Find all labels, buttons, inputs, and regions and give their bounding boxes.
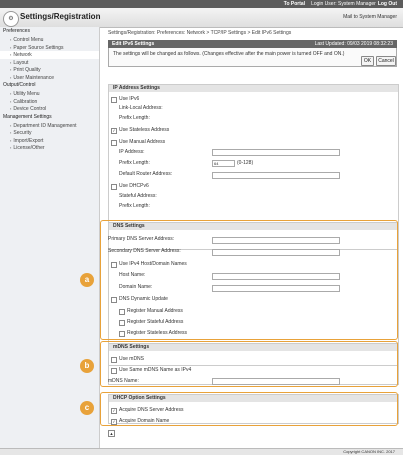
login-user-label: Login User: System Manager — [311, 1, 376, 7]
settings-logo-icon: ⚙ — [3, 11, 19, 27]
bullet-icon: ▪ — [10, 137, 12, 143]
sidebar-item-layout[interactable]: ▪ Layout — [0, 59, 99, 67]
sidebar-item-control-menu[interactable]: ▪ Control Menu — [0, 36, 99, 44]
bullet-icon: ▪ — [10, 106, 12, 111]
link-local-label: Link-Local Address: — [119, 105, 163, 111]
bullet-icon: ▪ — [10, 67, 12, 72]
copyright: Copyright CANON INC. 2017 — [343, 449, 395, 454]
ok-button[interactable]: OK — [361, 56, 374, 66]
bullet-icon: ▪ — [10, 98, 12, 104]
sidebar-item-paper-source[interactable]: ▪ Paper Source Settings — [0, 44, 99, 52]
bullet-icon: ▪ — [10, 59, 12, 65]
default-router-label: Default Router Address: — [119, 171, 173, 177]
use-stateless-label: Use Stateless Address — [119, 127, 170, 133]
bullet-icon: ▪ — [10, 52, 12, 57]
prefix-range-label: (0-128) — [237, 160, 254, 166]
bullet-icon: ▪ — [10, 37, 12, 42]
notice-message: The settings will be changed as follows.… — [113, 51, 345, 57]
callout-badge-b: b — [80, 359, 94, 373]
ip-address-input[interactable] — [212, 149, 340, 156]
sidebar-item-utility-menu[interactable]: ▪ Utility Menu — [0, 90, 99, 98]
sidebar-item-department-id[interactable]: ▪ Department ID Management — [0, 122, 99, 130]
sidebar-section-management: Management Settings — [3, 113, 52, 120]
default-router-input[interactable] — [212, 172, 340, 179]
app-header: ⚙ Settings/Registration Mail to System M… — [0, 8, 403, 28]
use-stateless-checkbox[interactable]: ✓ — [111, 128, 117, 134]
use-dhcpv6-label: Use DHCPv6 — [119, 183, 149, 189]
sidebar-item-security[interactable]: ▪ Security — [0, 129, 99, 137]
sidebar: Preferences ▪ Control Menu ▪ Paper Source … — [0, 27, 100, 448]
prefix-length-label-2: Prefix Length: — [119, 160, 150, 166]
bullet-icon: ▪ — [10, 44, 12, 50]
bullet-icon: ▪ — [10, 130, 12, 135]
stateful-label: Stateful Address: — [119, 193, 157, 199]
use-manual-label: Use Manual Address — [119, 139, 166, 145]
logout-link[interactable]: Log Out — [378, 1, 397, 7]
page-title-bar: Edit IPv6 Settings Last Updated: 09/03 2… — [108, 40, 397, 48]
prefix-length-label-3: Prefix Length: — [119, 203, 150, 209]
cancel-button[interactable]: Cancel — [376, 56, 396, 66]
sidebar-item-user-maintenance[interactable]: ▪ User Maintenance — [0, 74, 99, 82]
back-to-top-icon[interactable]: ▲ — [108, 430, 115, 437]
bullet-icon: ▪ — [10, 122, 12, 128]
bullet-icon: ▪ — [10, 74, 12, 80]
highlight-frame-c — [100, 392, 398, 426]
use-ipv6-label: Use IPv6 — [119, 96, 140, 102]
use-ipv6-checkbox[interactable] — [111, 97, 117, 103]
top-bar: To Portal Login User: System Manager Log O… — [0, 0, 403, 8]
prefix-length-input[interactable]: 64 — [212, 160, 235, 167]
use-manual-checkbox[interactable] — [111, 140, 117, 146]
portal-link[interactable]: To Portal — [284, 1, 305, 7]
callout-badge-c: c — [80, 401, 94, 415]
sidebar-item-import-export[interactable]: ▪ Import/Export — [0, 137, 99, 145]
page-title: Edit IPv6 Settings — [112, 41, 155, 47]
mail-system-manager-link[interactable]: Mail to System Manager — [343, 14, 397, 20]
ip-address-label: IP Address: — [119, 149, 145, 155]
sidebar-section-preferences: Preferences — [3, 28, 30, 34]
highlight-frame-a — [100, 220, 398, 340]
app-title: Settings/Registration — [20, 12, 101, 21]
sidebar-item-network[interactable]: ▪ Network — [0, 51, 99, 59]
prefix-length-label-1: Prefix Length: — [119, 115, 150, 121]
sidebar-item-print-quality[interactable]: ▪ Print Quality — [0, 66, 99, 74]
use-dhcpv6-checkbox[interactable] — [111, 184, 117, 190]
bullet-icon: ▪ — [10, 91, 12, 96]
sidebar-item-license-other[interactable]: ▪ License/Other — [0, 144, 99, 152]
last-updated: Last Updated: 09/03 2019 08:32:23 — [314, 41, 393, 47]
sidebar-item-device-control[interactable]: ▪ Device Control — [0, 105, 99, 113]
notice-box: The settings will be changed as follows.… — [108, 48, 397, 67]
ip-section-header: IP Address Settings — [109, 85, 398, 92]
highlight-frame-b — [100, 341, 398, 387]
callout-badge-a: a — [80, 273, 94, 287]
breadcrumb: Settings/Registration: Preferences: Netw… — [108, 30, 292, 36]
bullet-icon: ▪ — [10, 145, 12, 150]
sidebar-section-output-control: Output/Control — [3, 82, 36, 88]
sidebar-item-calibration[interactable]: ▪ Calibration — [0, 98, 99, 106]
